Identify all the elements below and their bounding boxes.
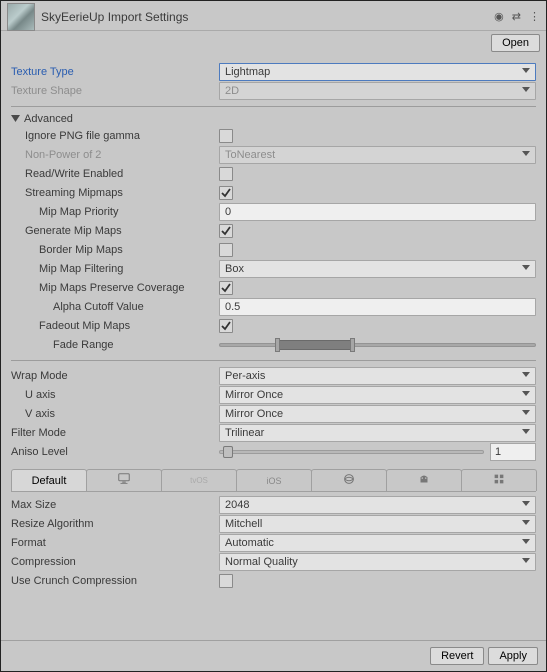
format-label: Format [11, 537, 219, 549]
tab-webgl[interactable] [311, 469, 387, 491]
mipmap-filtering-label: Mip Map Filtering [11, 263, 219, 275]
use-crunch-checkbox[interactable] [219, 574, 233, 588]
v-axis-select[interactable]: Mirror Once [219, 405, 536, 423]
use-crunch-label: Use Crunch Compression [11, 575, 219, 587]
asset-title: SkyEerieUp Import Settings [41, 10, 494, 24]
streaming-mipmaps-label: Streaming Mipmaps [11, 187, 219, 199]
generate-mipmaps-checkbox[interactable] [219, 224, 233, 238]
border-mipmaps-checkbox[interactable] [219, 243, 233, 257]
ignore-png-gamma-label: Ignore PNG file gamma [11, 130, 219, 142]
texture-type-label: Texture Type [11, 66, 219, 78]
asset-thumbnail [7, 3, 35, 31]
texture-shape-select: 2D [219, 82, 536, 100]
footer: Revert Apply [1, 640, 546, 671]
filter-mode-select[interactable]: Trilinear [219, 424, 536, 442]
uwp-icon [492, 472, 506, 489]
u-axis-label: U axis [11, 389, 219, 401]
texture-shape-label: Texture Shape [11, 85, 219, 97]
v-axis-label: V axis [11, 408, 219, 420]
apply-button[interactable]: Apply [488, 647, 538, 665]
mip-preserve-coverage-label: Mip Maps Preserve Coverage [11, 282, 219, 294]
ios-icon: iOS [266, 476, 281, 486]
tvos-icon: tvOS [190, 476, 208, 485]
advanced-foldout[interactable]: Advanced [11, 113, 536, 125]
mipmap-priority-label: Mip Map Priority [11, 206, 219, 218]
webgl-icon [342, 472, 356, 489]
npot-select: ToNearest [219, 146, 536, 164]
tab-tvos[interactable]: tvOS [161, 469, 237, 491]
resize-algorithm-select[interactable]: Mitchell [219, 515, 536, 533]
mipmap-filtering-select[interactable]: Box [219, 260, 536, 278]
format-select[interactable]: Automatic [219, 534, 536, 552]
help-icon[interactable]: ◉ [494, 10, 504, 23]
wrap-mode-select[interactable]: Per-axis [219, 367, 536, 385]
open-button[interactable]: Open [491, 34, 540, 52]
u-axis-select[interactable]: Mirror Once [219, 386, 536, 404]
platform-tabs: Default tvOS iOS [11, 469, 536, 492]
generate-mipmaps-label: Generate Mip Maps [11, 225, 219, 237]
fadeout-mipmaps-label: Fadeout Mip Maps [11, 320, 219, 332]
aniso-level-field[interactable]: 1 [490, 443, 536, 461]
border-mipmaps-label: Border Mip Maps [11, 244, 219, 256]
max-size-label: Max Size [11, 499, 219, 511]
alpha-cutoff-label: Alpha Cutoff Value [11, 301, 219, 313]
ignore-png-gamma-checkbox[interactable] [219, 129, 233, 143]
streaming-mipmaps-checkbox[interactable] [219, 186, 233, 200]
filter-mode-label: Filter Mode [11, 427, 219, 439]
tab-standalone[interactable] [86, 469, 162, 491]
read-write-label: Read/Write Enabled [11, 168, 219, 180]
max-size-select[interactable]: 2048 [219, 496, 536, 514]
wrap-mode-label: Wrap Mode [11, 370, 219, 382]
tab-ios[interactable]: iOS [236, 469, 312, 491]
texture-type-select[interactable]: Lightmap [219, 63, 536, 81]
fade-range-label: Fade Range [11, 339, 219, 351]
compression-label: Compression [11, 556, 219, 568]
aniso-level-slider[interactable] [219, 450, 484, 454]
alpha-cutoff-field[interactable]: 0.5 [219, 298, 536, 316]
mipmap-priority-field[interactable]: 0 [219, 203, 536, 221]
presets-icon[interactable]: ⇄ [512, 10, 521, 23]
revert-button[interactable]: Revert [430, 647, 484, 665]
tab-android[interactable] [386, 469, 462, 491]
fadeout-mipmaps-checkbox[interactable] [219, 319, 233, 333]
monitor-icon [117, 472, 131, 489]
aniso-level-label: Aniso Level [11, 446, 219, 458]
mip-preserve-coverage-checkbox[interactable] [219, 281, 233, 295]
fade-range-slider[interactable] [219, 343, 536, 347]
android-icon [417, 472, 431, 489]
menu-icon[interactable]: ⋮ [529, 10, 540, 23]
tab-default[interactable]: Default [11, 469, 87, 491]
compression-select[interactable]: Normal Quality [219, 553, 536, 571]
resize-algorithm-label: Resize Algorithm [11, 518, 219, 530]
inspector-header: SkyEerieUp Import Settings ◉ ⇄ ⋮ [1, 1, 546, 31]
read-write-checkbox[interactable] [219, 167, 233, 181]
npot-label: Non-Power of 2 [11, 149, 219, 161]
tab-uwp[interactable] [461, 469, 537, 491]
